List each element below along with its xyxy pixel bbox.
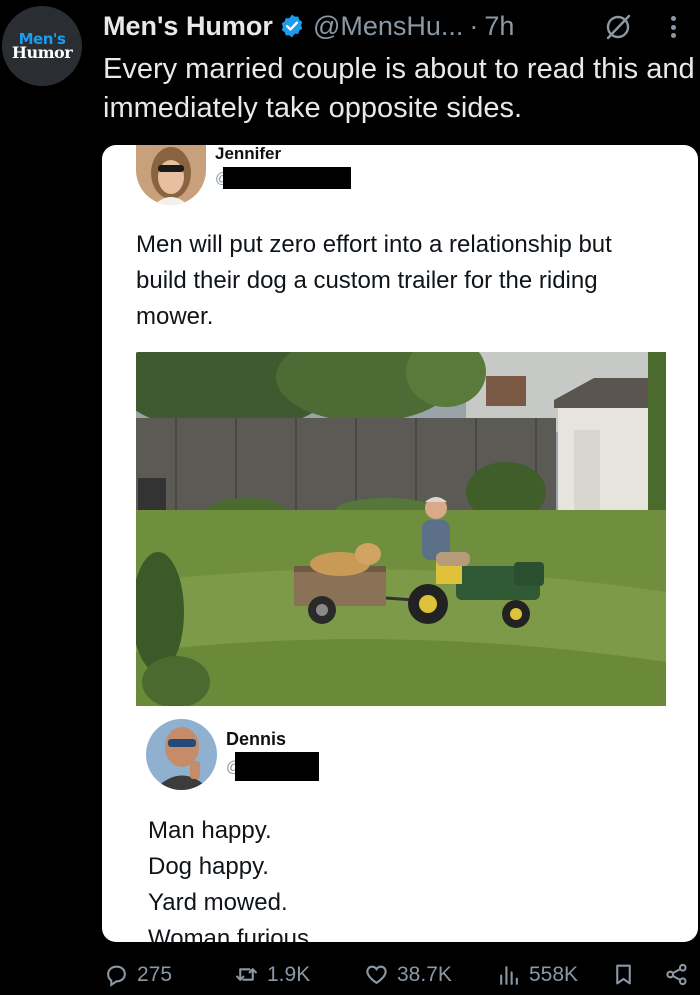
jennifer-tweet-text: Men will put zero effort into a relation… — [136, 231, 612, 330]
share-icon — [666, 963, 687, 986]
dennis-line-2: Dog happy. — [148, 853, 269, 880]
reply-icon — [107, 965, 126, 987]
more-options-icon[interactable] — [666, 12, 680, 42]
post-header: Men's Humor @MensHu... · 7h — [103, 8, 700, 44]
author-handle[interactable]: @MensHu... — [313, 11, 463, 42]
dennis-avatar — [146, 719, 217, 790]
views-count: 558K — [529, 962, 579, 986]
reply-count: 275 — [137, 962, 173, 986]
dennis-name: Dennis — [226, 729, 287, 749]
share-button[interactable] — [664, 962, 697, 987]
jennifer-handle-redaction — [223, 167, 351, 189]
dennis-tweet-text: Man happy. Dog happy. Yard mowed. Woman … — [148, 813, 309, 942]
like-button[interactable]: 38.7K — [364, 962, 452, 987]
grok-icon[interactable] — [603, 12, 633, 42]
dennis-line-1: Man happy. — [148, 817, 272, 844]
action-bar: 275 1.9K 38.7K 558K — [0, 962, 700, 994]
reply-button[interactable]: 275 — [104, 962, 172, 987]
bookmark-icon — [616, 964, 631, 985]
dennis-line-4: Woman furious — [148, 925, 309, 942]
dennis-line-3: Yard mowed. — [148, 889, 288, 916]
views-icon — [500, 966, 518, 985]
repost-count: 1.9K — [267, 962, 311, 986]
bookmark-button[interactable] — [611, 962, 644, 987]
repost-button[interactable]: 1.9K — [234, 962, 310, 987]
header-separator: · — [469, 10, 479, 41]
post-timestamp[interactable]: 7h — [484, 11, 514, 42]
post-media-image[interactable]: Jennifer @ Men will put zero effort into… — [102, 145, 698, 942]
verified-badge-icon — [281, 14, 303, 38]
author-name[interactable]: Men's Humor — [103, 11, 273, 42]
dennis-handle-redaction — [235, 752, 319, 781]
avatar-logo-line2: Humor — [11, 42, 73, 62]
heart-icon — [366, 965, 387, 985]
like-count: 38.7K — [397, 962, 452, 986]
author-avatar[interactable]: Men's Humor — [2, 6, 82, 86]
mower-dog-photo — [136, 352, 666, 706]
jennifer-avatar — [136, 145, 206, 205]
repost-icon — [236, 968, 257, 981]
views-button[interactable]: 558K — [496, 962, 578, 987]
jennifer-name: Jennifer — [215, 145, 282, 163]
post-text: Every married couple is about to read th… — [103, 53, 695, 124]
